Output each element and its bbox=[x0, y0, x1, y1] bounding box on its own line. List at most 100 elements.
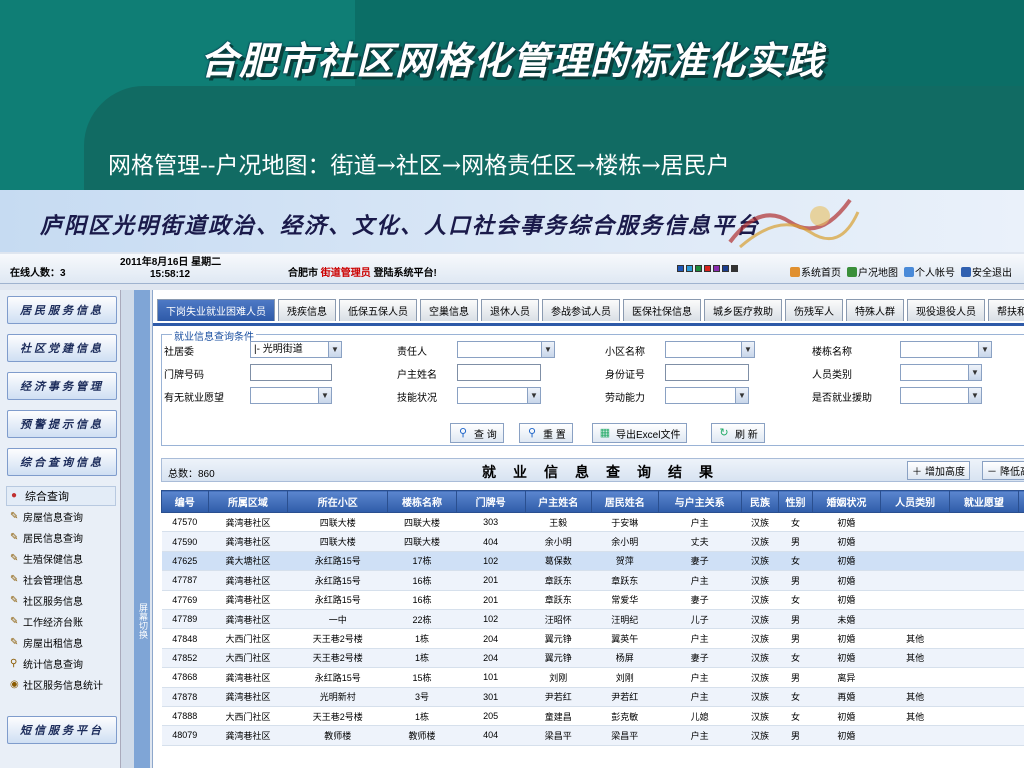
table-cell: 男 bbox=[778, 667, 813, 688]
will-select[interactable]: ▼ bbox=[250, 387, 332, 404]
table-row[interactable]: 47570 龚湾巷社区 四联大楼 四联大楼 303 王毅 于安琳 户主 汉族女初婚 bbox=[161, 512, 1024, 533]
ability-select[interactable]: ▼ bbox=[665, 387, 749, 404]
tree-item[interactable]: ✎ 社区服务信息 bbox=[6, 590, 116, 611]
table-row[interactable]: 47787 龚湾巷社区 永红路15号 16栋 201 章跃东 章跃东 户主 汉族男初婚 bbox=[161, 570, 1024, 591]
householder-input[interactable] bbox=[457, 364, 541, 381]
tree-item[interactable]: ✎ 生殖保健信息 bbox=[6, 548, 116, 569]
account-link[interactable]: 个人帐号 bbox=[904, 264, 955, 279]
screen-switch-strip[interactable]: 屏幕切换 bbox=[134, 290, 150, 768]
theme-color-swatch[interactable] bbox=[722, 265, 729, 272]
theme-color-swatch[interactable] bbox=[713, 265, 720, 272]
decrease-height-button[interactable]: －降低高度 bbox=[982, 461, 1024, 480]
tab[interactable]: 特殊人群 bbox=[846, 299, 904, 321]
table-row[interactable]: 47852 大西门社区 天王巷2号楼 1栋 204 翼元铮 杨屏 妻子 汉族女初婚 其他 bbox=[161, 648, 1024, 669]
table-cell: 1栋 bbox=[387, 706, 457, 727]
table-row[interactable]: 48079 龚湾巷社区 教师楼 教师楼 404 梁昌平 梁昌平 户主 汉族男初婚 bbox=[161, 725, 1024, 746]
increase-height-button[interactable]: ＋增加高度 bbox=[907, 461, 970, 480]
tab[interactable]: 残疾信息 bbox=[278, 299, 336, 321]
table-row[interactable]: 47789 龚湾巷社区 一中 22栋 102 汪昭怀 汪明纪 儿子 汉族男未婚 bbox=[161, 609, 1024, 630]
sidebar-button-query[interactable]: 综合查询信息 bbox=[7, 448, 117, 476]
column-header[interactable]: 人员类别 bbox=[880, 490, 951, 513]
table-cell: 梁昌平 bbox=[591, 725, 659, 746]
tree-item[interactable]: ✎ 房屋信息查询 bbox=[6, 506, 116, 527]
table-cell: 章跃东 bbox=[591, 570, 659, 591]
tab[interactable]: 医保社保信息 bbox=[623, 299, 701, 321]
table-row[interactable]: 47590 龚湾巷社区 四联大楼 四联大楼 404 余小明 余小明 丈夫 汉族男初婚 bbox=[161, 531, 1024, 552]
table-row[interactable]: 47868 龚湾巷社区 永红路15号 15栋 101 刘刚 刘刚 户主 汉族男离异 bbox=[161, 667, 1024, 688]
tab[interactable]: 退休人员 bbox=[481, 299, 539, 321]
map-link[interactable]: 户况地图 bbox=[847, 264, 898, 279]
column-header[interactable]: 所属区域 bbox=[207, 490, 289, 513]
column-header[interactable]: 与户主关系 bbox=[657, 490, 742, 513]
column-header[interactable]: 就业愿望 bbox=[949, 490, 1019, 513]
owner-select[interactable]: ▼ bbox=[457, 341, 555, 358]
reset-button[interactable]: ⚲ 重 置 bbox=[519, 423, 573, 443]
committee-select[interactable]: |- 光明街道 ▼ bbox=[250, 341, 342, 358]
column-header[interactable]: 门牌号 bbox=[455, 490, 526, 513]
column-header[interactable]: 民族 bbox=[740, 490, 780, 513]
sidebar-scrollbar[interactable] bbox=[120, 290, 134, 768]
column-header[interactable]: 技 bbox=[1017, 490, 1024, 513]
theme-color-swatch[interactable] bbox=[677, 265, 684, 272]
community-select[interactable]: ▼ bbox=[665, 341, 755, 358]
idcard-input[interactable] bbox=[665, 364, 749, 381]
sidebar-button-resident[interactable]: 居民服务信息 bbox=[7, 296, 117, 324]
tree-item[interactable]: ⚲ 统计信息查询 bbox=[6, 653, 116, 674]
column-header[interactable]: 编号 bbox=[161, 490, 209, 513]
door-input[interactable] bbox=[250, 364, 332, 381]
theme-color-swatch[interactable] bbox=[686, 265, 693, 272]
table-cell: 1栋 bbox=[387, 628, 457, 649]
building-select[interactable]: ▼ bbox=[900, 341, 992, 358]
tree-header[interactable]: ● 综合查询 bbox=[6, 486, 116, 506]
theme-color-swatch[interactable] bbox=[704, 265, 711, 272]
table-cell: 丈夫 bbox=[658, 531, 742, 552]
tree-item[interactable]: ✎ 工作经济台账 bbox=[6, 611, 116, 632]
theme-color-swatch[interactable] bbox=[695, 265, 702, 272]
table-cell: 教师楼 bbox=[387, 725, 457, 746]
search-button[interactable]: ⚲ 查 询 bbox=[450, 423, 504, 443]
refresh-button[interactable]: ↻ 刷 新 bbox=[711, 423, 765, 443]
skill-select[interactable]: ▼ bbox=[457, 387, 541, 404]
tree-item[interactable]: ✎ 房屋出租信息 bbox=[6, 632, 116, 653]
tree-item[interactable]: ◉ 社区服务信息统计 bbox=[6, 674, 116, 695]
tab[interactable]: 空巢信息 bbox=[420, 299, 478, 321]
tab[interactable]: 低保五保人员 bbox=[339, 299, 417, 321]
column-header[interactable]: 楼栋名称 bbox=[387, 490, 457, 513]
export-excel-button[interactable]: ▦ 导出Excel文件 bbox=[592, 423, 688, 443]
results-title: 就业信息查询结果 bbox=[482, 465, 730, 481]
column-header[interactable]: 性别 bbox=[778, 490, 813, 513]
table-cell: 未婚 bbox=[812, 609, 881, 630]
tab[interactable]: 伤残军人 bbox=[785, 299, 843, 321]
column-header[interactable]: 户主姓名 bbox=[524, 490, 593, 513]
sidebar-button-party[interactable]: 社区党建信息 bbox=[7, 334, 117, 362]
table-row[interactable]: 47625 龚大塘社区 永红路15号 17栋 102 葛保数 贺萍 妻子 汉族女初婚 bbox=[161, 551, 1024, 572]
tree-item[interactable]: ✎ 社会管理信息 bbox=[6, 569, 116, 590]
table-cell: 龚湾巷社区 bbox=[208, 725, 288, 746]
tab[interactable]: 城乡医疗救助 bbox=[704, 299, 782, 321]
tab[interactable]: 现役退役人员 bbox=[907, 299, 985, 321]
sidebar-button-sms[interactable]: 短信服务平台 bbox=[7, 716, 117, 744]
assist-select[interactable]: ▼ bbox=[900, 387, 982, 404]
tree-item[interactable]: ✎ 居民信息查询 bbox=[6, 527, 116, 548]
column-header[interactable]: 居民姓名 bbox=[591, 490, 659, 513]
table-cell bbox=[1018, 667, 1024, 688]
chevron-down-icon: ▼ bbox=[968, 388, 981, 403]
table-cell bbox=[1018, 590, 1024, 610]
table-row[interactable]: 47848 大西门社区 天王巷2号楼 1栋 204 翼元铮 翼英午 户主 汉族男初婚 其他 bbox=[161, 628, 1024, 649]
table-row[interactable]: 47769 龚湾巷社区 永红路15号 16栋 201 章跃东 常爱华 妻子 汉族女初婚 bbox=[161, 590, 1024, 610]
column-header[interactable]: 所在小区 bbox=[287, 490, 389, 513]
sidebar-button-warning[interactable]: 预警提示信息 bbox=[7, 410, 117, 438]
tab[interactable]: 帮扶和慰问 bbox=[988, 299, 1024, 321]
home-link[interactable]: 系统首页 bbox=[790, 264, 841, 279]
table-cell: 47787 bbox=[161, 570, 209, 591]
table-row[interactable]: 47888 大西门社区 天王巷2号楼 1栋 205 童建昌 彭克敏 儿媳 汉族女初婚 其他 bbox=[161, 706, 1024, 727]
theme-color-swatch[interactable] bbox=[731, 265, 738, 272]
column-header[interactable]: 婚姻状况 bbox=[811, 490, 882, 513]
category-select[interactable]: ▼ bbox=[900, 364, 982, 381]
logout-link[interactable]: 安全退出 bbox=[961, 264, 1012, 279]
tab[interactable]: 下岗失业就业困难人员 bbox=[157, 299, 275, 321]
sidebar-button-economy[interactable]: 经济事务管理 bbox=[7, 372, 117, 400]
table-row[interactable]: 47878 龚湾巷社区 光明新村 3号 301 尹若红 尹若红 户主 汉族女再婚 其他 bbox=[161, 687, 1024, 707]
table-cell bbox=[1018, 648, 1024, 669]
tab[interactable]: 参战参试人员 bbox=[542, 299, 620, 321]
